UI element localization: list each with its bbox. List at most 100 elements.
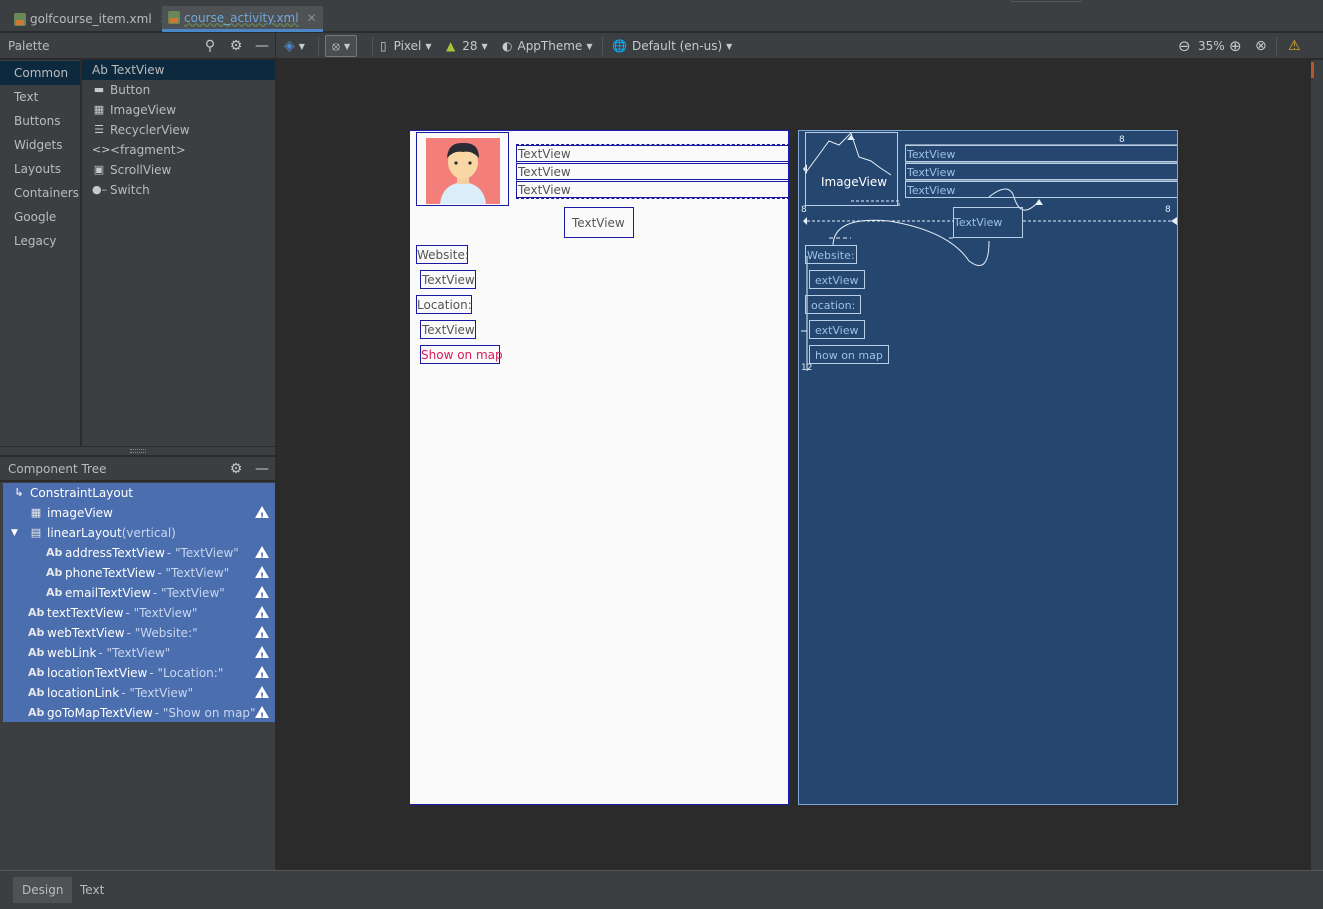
zoom-fit-icon: ⊗ xyxy=(1255,38,1267,54)
collapse-icon[interactable]: ▼ xyxy=(11,523,18,543)
location-label-text: Location: xyxy=(417,298,472,312)
tree-node-locationtextview[interactable]: Ab locationTextView - "Location:" xyxy=(3,663,275,687)
tree-node-phonetextview[interactable]: Ab phoneTextView - "TextView" xyxy=(3,563,275,587)
blueprint-preview[interactable]: ImageView TextView TextView TextView Tex… xyxy=(798,130,1178,805)
blueprint-phone-label: TextView xyxy=(907,166,956,179)
warning-icon[interactable] xyxy=(255,666,269,687)
image-icon: ▦ xyxy=(93,103,105,116)
palette-category-containers[interactable]: Containers xyxy=(0,181,80,205)
close-icon[interactable]: ✕ xyxy=(307,11,317,25)
palette-item-scrollview[interactable]: ▣ ScrollView xyxy=(82,160,275,180)
warning-icon[interactable] xyxy=(255,506,269,527)
vertical-scrollbar[interactable] xyxy=(1311,60,1323,870)
tree-node-texttextview[interactable]: Ab textTextView - "TextView" xyxy=(3,603,275,627)
palette-category-widgets[interactable]: Widgets xyxy=(0,133,80,157)
warnings-button[interactable]: ⚠ xyxy=(1288,33,1301,59)
blueprint-phone[interactable]: TextView xyxy=(905,163,1177,180)
email-textview-preview[interactable]: TextView xyxy=(516,181,790,198)
tree-node-gotomaptextview[interactable]: Ab goToMapTextView - "Show on map" xyxy=(3,703,275,727)
palette-category-text[interactable]: Text xyxy=(0,85,80,109)
scroll-marker xyxy=(1311,62,1314,78)
gear-icon[interactable]: ⚙ xyxy=(223,461,249,477)
palette-item-fragment[interactable]: <> <fragment> xyxy=(82,140,275,160)
text-icon: Ab xyxy=(46,566,63,579)
globe-icon: 🌐 xyxy=(612,39,627,53)
tree-node-emailtextview[interactable]: Ab emailTextView - "TextView" xyxy=(3,583,275,607)
palette-category-legacy[interactable]: Legacy xyxy=(0,229,80,253)
palette-item-recyclerview[interactable]: ☰ RecyclerView xyxy=(82,120,275,140)
text-icon: Ab xyxy=(28,686,45,699)
address-textview-preview[interactable]: TextView xyxy=(516,145,790,162)
panel-splitter[interactable] xyxy=(0,446,275,456)
text-textview-preview[interactable]: TextView xyxy=(564,207,634,238)
tree-node-locationlink[interactable]: Ab locationLink - "TextView" xyxy=(3,683,275,707)
minimize-icon[interactable]: — xyxy=(249,38,275,54)
warning-icon[interactable] xyxy=(255,546,269,567)
blueprint-location-link[interactable]: extView xyxy=(809,320,865,339)
blueprint-weblink[interactable]: extView xyxy=(809,270,865,289)
zoom-fit-button[interactable]: ⊗ xyxy=(1255,33,1267,59)
warning-icon[interactable] xyxy=(255,566,269,587)
warning-icon[interactable] xyxy=(255,626,269,647)
imageview-preview[interactable] xyxy=(416,132,509,206)
warning-icon[interactable] xyxy=(255,646,269,667)
warning-icon[interactable] xyxy=(255,706,269,727)
tree-node-weblink[interactable]: Ab webLink - "TextView" xyxy=(3,643,275,667)
node-label: textTextView xyxy=(47,606,124,620)
tree-node-addresstextview[interactable]: Ab addressTextView - "TextView" xyxy=(3,543,275,567)
device-selector[interactable]: ▯ Pixel ▼ xyxy=(380,33,432,59)
palette-item-imageview[interactable]: ▦ ImageView xyxy=(82,100,275,120)
node-sublabel: (vertical) xyxy=(121,526,176,540)
blueprint-website-label[interactable]: Website: xyxy=(805,245,857,264)
blueprint-map-link[interactable]: how on map xyxy=(809,345,889,364)
design-preview[interactable]: TextView TextView TextView TextView Webs… xyxy=(409,130,790,805)
zoom-out-button[interactable]: ⊖ xyxy=(1178,33,1191,59)
tree-node-imageview[interactable]: ▦ imageView xyxy=(3,503,275,527)
warning-icon: ⚠ xyxy=(1288,38,1301,54)
tree-node-constraintlayout[interactable]: ↳ ConstraintLayout xyxy=(3,483,275,503)
node-label: addressTextView xyxy=(65,546,165,560)
gear-icon[interactable]: ⚙ xyxy=(223,38,249,54)
api-level-selector[interactable]: ▲ 28 ▼ xyxy=(446,33,488,59)
palette-item-button[interactable]: ▬ Button xyxy=(82,80,275,100)
minimize-icon[interactable]: — xyxy=(249,461,275,477)
phone-textview-preview[interactable]: TextView xyxy=(516,163,790,180)
orientation-button[interactable]: ⦻ ▼ xyxy=(325,35,358,57)
device-label: Pixel xyxy=(393,39,422,53)
website-label-preview[interactable]: Website: xyxy=(416,245,469,264)
palette-item-switch[interactable]: ●– Switch xyxy=(82,180,275,200)
palette-category-common[interactable]: Common xyxy=(0,61,80,85)
website-label-text: Website: xyxy=(417,248,469,262)
palette-category-layouts[interactable]: Layouts xyxy=(0,157,80,181)
warning-icon[interactable] xyxy=(255,586,269,607)
location-link-preview[interactable]: TextView xyxy=(420,320,476,339)
tab-design[interactable]: Design xyxy=(13,877,73,903)
tree-node-linearlayout[interactable]: ▼ ▤ linearLayout (vertical) xyxy=(3,523,275,543)
api-label: 28 xyxy=(462,39,478,53)
grip-icon xyxy=(130,449,146,453)
warning-icon[interactable] xyxy=(255,686,269,707)
design-surface-button[interactable]: ◈ ▼ xyxy=(284,33,305,59)
zoom-in-icon: ⊕ xyxy=(1229,37,1242,55)
palette-item-textview[interactable]: Ab TextView xyxy=(82,60,275,80)
blueprint-address[interactable]: TextView xyxy=(905,145,1177,162)
zoom-in-button[interactable]: ⊕ xyxy=(1229,33,1242,59)
weblink-preview[interactable]: TextView xyxy=(420,270,476,289)
blueprint-email[interactable]: TextView xyxy=(905,181,1177,198)
palette-category-google[interactable]: Google xyxy=(0,205,80,229)
palette-category-buttons[interactable]: Buttons xyxy=(0,109,80,133)
palette-item-label: Ab TextView xyxy=(92,63,165,77)
tree-node-webtextview[interactable]: Ab webTextView - "Website:" xyxy=(3,623,275,647)
theme-selector[interactable]: ◐ AppTheme ▼ xyxy=(502,33,592,59)
tab-course-activity[interactable]: course_activity.xml ✕ xyxy=(162,6,323,32)
location-label-preview[interactable]: Location: xyxy=(416,295,472,314)
warning-icon[interactable] xyxy=(255,606,269,627)
tab-golfcourse-item[interactable]: golfcourse_item.xml ✕ xyxy=(8,6,176,32)
locale-selector[interactable]: 🌐 Default (en-us) ▼ xyxy=(612,33,732,59)
map-link-preview[interactable]: Show on map xyxy=(420,345,503,364)
blueprint-location-label[interactable]: ocation: xyxy=(805,295,861,314)
blueprint-imageview[interactable]: ImageView xyxy=(805,132,898,206)
tab-text[interactable]: Text xyxy=(71,877,113,903)
search-icon[interactable]: ⚲ xyxy=(197,38,223,54)
blueprint-text[interactable]: TextView xyxy=(953,207,1023,238)
